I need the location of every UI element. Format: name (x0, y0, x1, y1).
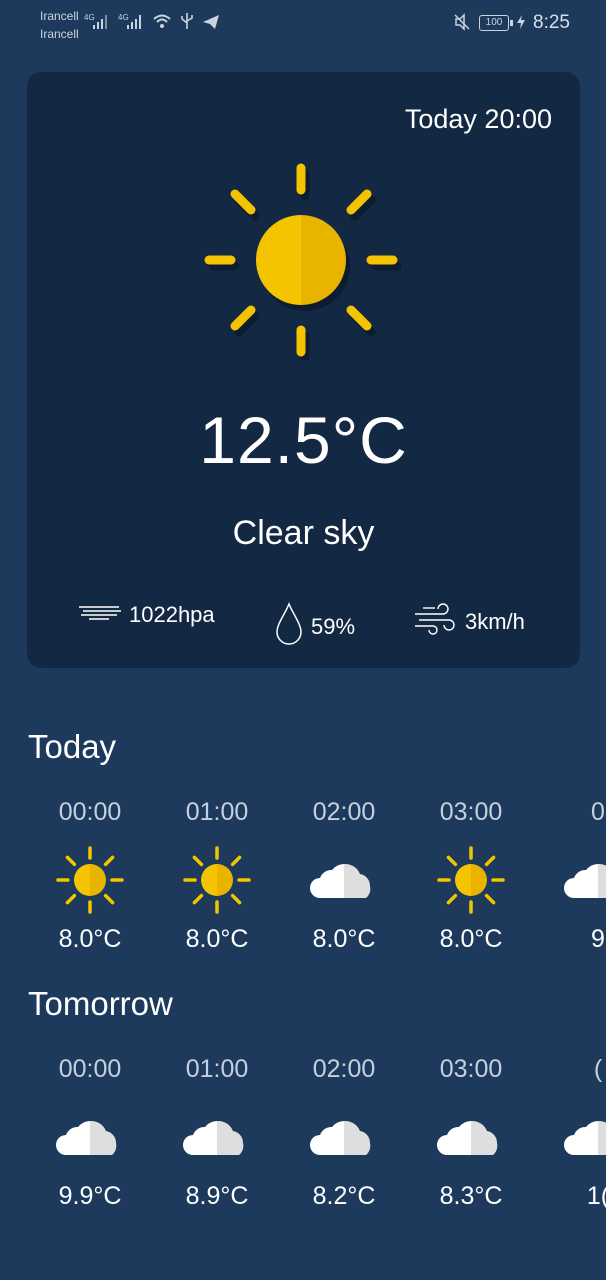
hour-time: 00:00 (58, 1055, 122, 1083)
svg-text:4G: 4G (84, 13, 95, 22)
cloud-icon (280, 1102, 408, 1172)
charging-icon (517, 14, 526, 32)
wifi-icon (152, 12, 172, 33)
signal-icon: 4G (84, 12, 110, 33)
today-hour-item[interactable]: 01:00 8.0°C (153, 798, 281, 954)
cloud-icon (26, 1102, 154, 1172)
today-hour-item[interactable]: 03:00 8.0°C (407, 798, 535, 954)
hour-time: 01:00 (185, 798, 249, 826)
signal-icon: 4G (118, 12, 144, 33)
hour-temperature: 8.9°C (185, 1182, 249, 1210)
sun-icon (407, 845, 535, 915)
status-bar: Irancell Irancell 4G 4G 100 8:25 (0, 0, 606, 46)
pressure-value: 1022hpa (129, 602, 215, 627)
today-hourly-row[interactable]: 00:00 8.0°C 01:00 8.0°C 02:00 8.0°C 03:00 8… (0, 798, 606, 968)
today-hour-item[interactable]: 0 9 (534, 798, 606, 954)
pressure-stat: 1022hpa (79, 602, 215, 628)
pressure-icon (79, 602, 121, 628)
hour-temperature: 8.2°C (312, 1182, 376, 1210)
carrier-names: Irancell Irancell (40, 7, 79, 43)
today-hour-item[interactable]: 02:00 8.0°C (280, 798, 408, 954)
current-condition: Clear sky (232, 514, 375, 552)
cloud-icon (153, 1102, 281, 1172)
current-time-label: Today 20:00 (404, 104, 552, 134)
hour-temperature: 8.0°C (185, 925, 249, 953)
hour-temperature: 8.0°C (58, 925, 122, 953)
hour-temperature: 8.0°C (312, 925, 376, 953)
hour-time: 03:00 (439, 798, 503, 826)
hour-temperature: 9.9°C (58, 1182, 122, 1210)
tomorrow-hour-item[interactable]: 02:00 8.2°C (280, 1055, 408, 1211)
water-drop-icon (275, 601, 303, 652)
telegram-icon (202, 14, 220, 33)
today-title: Today (28, 728, 117, 765)
battery-icon: 100 (479, 15, 514, 31)
carrier-2: Irancell (40, 27, 79, 41)
hour-time: 02:00 (312, 798, 376, 826)
hour-temperature: 8.0°C (439, 925, 503, 953)
sun-icon (153, 845, 281, 915)
hour-time: 01:00 (185, 1055, 249, 1083)
hour-time: 03:00 (439, 1055, 503, 1083)
sun-icon (201, 160, 402, 363)
tomorrow-hourly-row[interactable]: 00:00 9.9°C 01:00 8.9°C 02:00 8.2°C 03:00 8… (0, 1055, 606, 1225)
tomorrow-hour-item[interactable]: 01:00 8.9°C (153, 1055, 281, 1211)
humidity-stat: 59% (275, 601, 356, 652)
hour-temperature: 8.3°C (439, 1182, 503, 1210)
carrier-1: Irancell (40, 9, 79, 23)
cloud-icon (407, 1102, 535, 1172)
tomorrow-hour-item[interactable]: 03:00 8.3°C (407, 1055, 535, 1211)
current-stats: 1022hpa 59% 3km/h (27, 601, 580, 645)
wind-stat: 3km/h (413, 602, 525, 642)
clock: 8:25 (533, 12, 570, 33)
wind-value: 3km/h (465, 609, 525, 634)
status-icons-right: 100 8:25 (453, 12, 570, 34)
tomorrow-title: Tomorrow (28, 985, 173, 1022)
wind-icon (413, 602, 457, 642)
hour-time: 0 (591, 798, 605, 826)
current-temperature: 12.5°C (199, 403, 408, 477)
usb-icon (180, 12, 194, 33)
today-hour-item[interactable]: 00:00 8.0°C (26, 798, 154, 954)
hour-time: 02:00 (312, 1055, 376, 1083)
tomorrow-hour-item[interactable]: ( 1( (534, 1055, 606, 1211)
current-weather-card[interactable]: Today 20:00 12.5°C Clear sky 1022hpa 59%… (27, 72, 580, 668)
humidity-value: 59% (311, 614, 356, 639)
svg-text:4G: 4G (118, 13, 129, 22)
hour-temperature: 1( (586, 1182, 606, 1210)
cloud-icon (534, 1102, 606, 1172)
hour-time: ( (593, 1055, 603, 1083)
mute-icon (453, 12, 471, 34)
cloud-icon (280, 845, 408, 915)
tomorrow-hour-item[interactable]: 00:00 9.9°C (26, 1055, 154, 1211)
status-icons-left: 4G 4G (84, 12, 220, 33)
hour-temperature: 9 (591, 925, 605, 953)
cloud-icon (534, 845, 606, 915)
sun-icon (26, 845, 154, 915)
hour-time: 00:00 (58, 798, 122, 826)
